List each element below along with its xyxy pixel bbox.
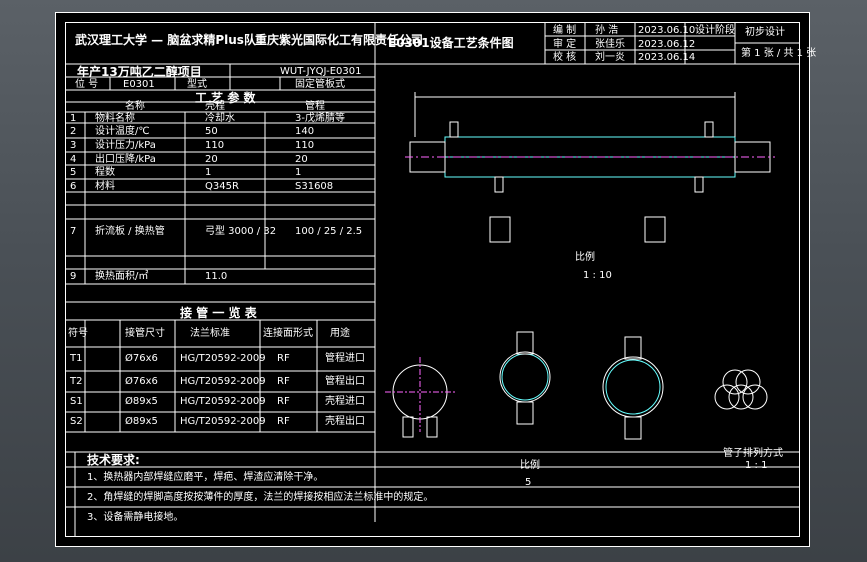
process-row-shell: 50 <box>205 126 218 137</box>
drawing-frame <box>55 12 810 547</box>
drawing-title: E0301设备工艺条件图 <box>388 36 514 50</box>
nozzle-row-std: HG/T20592-2009 <box>180 396 266 407</box>
process-row-shell: 1 <box>205 167 212 178</box>
process-row-tube: 140 <box>295 126 315 137</box>
nozzle-row-code: T2 <box>70 376 83 387</box>
col-shell: 壳程 <box>205 101 225 112</box>
nozzle-row-face: RF <box>277 416 290 427</box>
process-row-name: 换热面积/㎡ <box>95 271 149 282</box>
process-row-tube: 20 <box>295 154 308 165</box>
university-project-label: 武汉理工大学 — 脑盆求精Plus队 <box>75 33 256 47</box>
process-row-name: 程数 <box>95 167 115 178</box>
process-row-name: 设计压力/kPa <box>95 140 156 151</box>
role-review-label: 审 定 <box>553 39 577 50</box>
drawing-sheet: 武汉理工大学 — 脑盆求精Plus队 重庆紫光国际化工有限责任公司 年产13万吨… <box>55 12 816 547</box>
signer-check: 刘一炎 <box>595 52 625 63</box>
col-name: 名称 <box>125 101 145 112</box>
nozzle-row-use: 壳程进口 <box>325 396 365 407</box>
nozzle-row-std: HG/T20592-2009 <box>180 416 266 427</box>
process-row-no: 1 <box>70 113 77 124</box>
process-row-name: 折流板 / 换热管 <box>95 226 165 237</box>
nozzle-row-face: RF <box>277 396 290 407</box>
signer-design: 孙 浩 <box>595 25 619 36</box>
process-row-no: 6 <box>70 181 77 192</box>
nozzle-row-face: RF <box>277 376 290 387</box>
tech-req-title: 技术要求: <box>87 453 140 467</box>
nozzle-row-size: Ø76x6 <box>125 353 158 364</box>
process-row-tube: 3-戊烯腈等 <box>295 113 345 124</box>
process-row-shell: 20 <box>205 154 218 165</box>
nozzle-row-size: Ø76x6 <box>125 376 158 387</box>
nozzle-row-use: 管程进口 <box>325 353 365 364</box>
drawing-number: WUT-JYQJ-E0301 <box>280 66 362 77</box>
nozzle-row-code: S1 <box>70 396 83 407</box>
nozzle-row-use: 管程出口 <box>325 376 365 387</box>
tech-req-2: 2、角焊缝的焊脚高度按按薄件的厚度，法兰的焊接按相应法兰标准中的规定。 <box>87 492 434 503</box>
nozzle-row-face: RF <box>277 353 290 364</box>
process-row-shell: 110 <box>205 140 225 151</box>
nozzle-row-std: HG/T20592-2009 <box>180 376 266 387</box>
process-row-shell: Q345R <box>205 181 239 192</box>
view-scale-top: 1 : 10 <box>583 270 612 281</box>
nozzle-row-std: HG/T20592-2009 <box>180 353 266 364</box>
design-stage-label: 设计阶段 <box>695 25 735 36</box>
nozzle-row-size: Ø89x5 <box>125 416 158 427</box>
nozzle-col-size: 接管尺寸 <box>125 328 165 339</box>
role-check-label: 校 核 <box>553 52 577 63</box>
process-row-name: 出口压降/kPa <box>95 154 156 165</box>
process-row-tube: 110 <box>295 140 315 151</box>
tech-req-1: 1、换热器内部焊缝应磨平，焊疤、焊渣应清除干净。 <box>87 472 324 483</box>
nozzle-col-use: 用途 <box>330 328 350 339</box>
project-name: 年产13万吨乙二醇项目 <box>77 65 202 79</box>
date-review: 2023.06.12 <box>638 39 696 50</box>
process-row-tube: 100 / 25 / 2.5 <box>295 226 363 237</box>
type-label: 型式 <box>187 79 207 90</box>
sheet-count: 第 1 张 / 共 1 张 <box>741 48 817 59</box>
tech-req-3: 3、设备需静电接地。 <box>87 512 184 523</box>
process-row-no: 4 <box>70 154 77 165</box>
nozzle-row-code: T1 <box>70 353 83 364</box>
signer-review: 张佳乐 <box>595 39 625 50</box>
process-row-tube: 1 <box>295 167 302 178</box>
process-row-shell: 弓型 3000 / 32 <box>205 226 277 237</box>
process-row-no: 3 <box>70 140 77 151</box>
nozzle-row-code: S2 <box>70 416 83 427</box>
process-row-name: 材料 <box>95 181 115 192</box>
nozzle-table-title: 接 管 一 览 表 <box>180 306 257 320</box>
view-scale-tube-layout: 1 : 1 <box>745 460 768 471</box>
nozzle-row-size: Ø89x5 <box>125 396 158 407</box>
view-label-top: 比例 <box>575 252 595 263</box>
view-label-section: 比例 <box>520 460 540 471</box>
process-row-name: 物料名称 <box>95 113 135 124</box>
process-row-shell: 11.0 <box>205 271 228 282</box>
process-row-no: 2 <box>70 126 77 137</box>
view-label-tube-layout: 管子排列方式 <box>723 448 783 459</box>
tag-label: 位 号 <box>75 79 99 90</box>
role-design-label: 编 制 <box>553 25 577 36</box>
nozzle-row-use: 壳程出口 <box>325 416 365 427</box>
nozzle-col-code: 符号 <box>68 328 88 339</box>
process-row-no: 5 <box>70 167 77 178</box>
process-row-no: 7 <box>70 226 77 237</box>
process-row-tube: S31608 <box>295 181 334 192</box>
nozzle-col-face: 连接面形式 <box>263 328 313 339</box>
process-row-name: 设计温度/℃ <box>95 126 150 137</box>
view-scale-section: 5 <box>525 477 532 488</box>
date-check: 2023.06.14 <box>638 52 696 63</box>
process-row-no: 9 <box>70 271 77 282</box>
type-value: 固定管板式 <box>295 79 345 90</box>
process-row-shell: 冷却水 <box>205 113 235 124</box>
date-design: 2023.06.10 <box>638 25 696 36</box>
col-tube: 管程 <box>305 101 325 112</box>
design-stage-value: 初步设计 <box>745 27 785 38</box>
nozzle-col-std: 法兰标准 <box>190 328 230 339</box>
tag-value: E0301 <box>123 79 155 90</box>
